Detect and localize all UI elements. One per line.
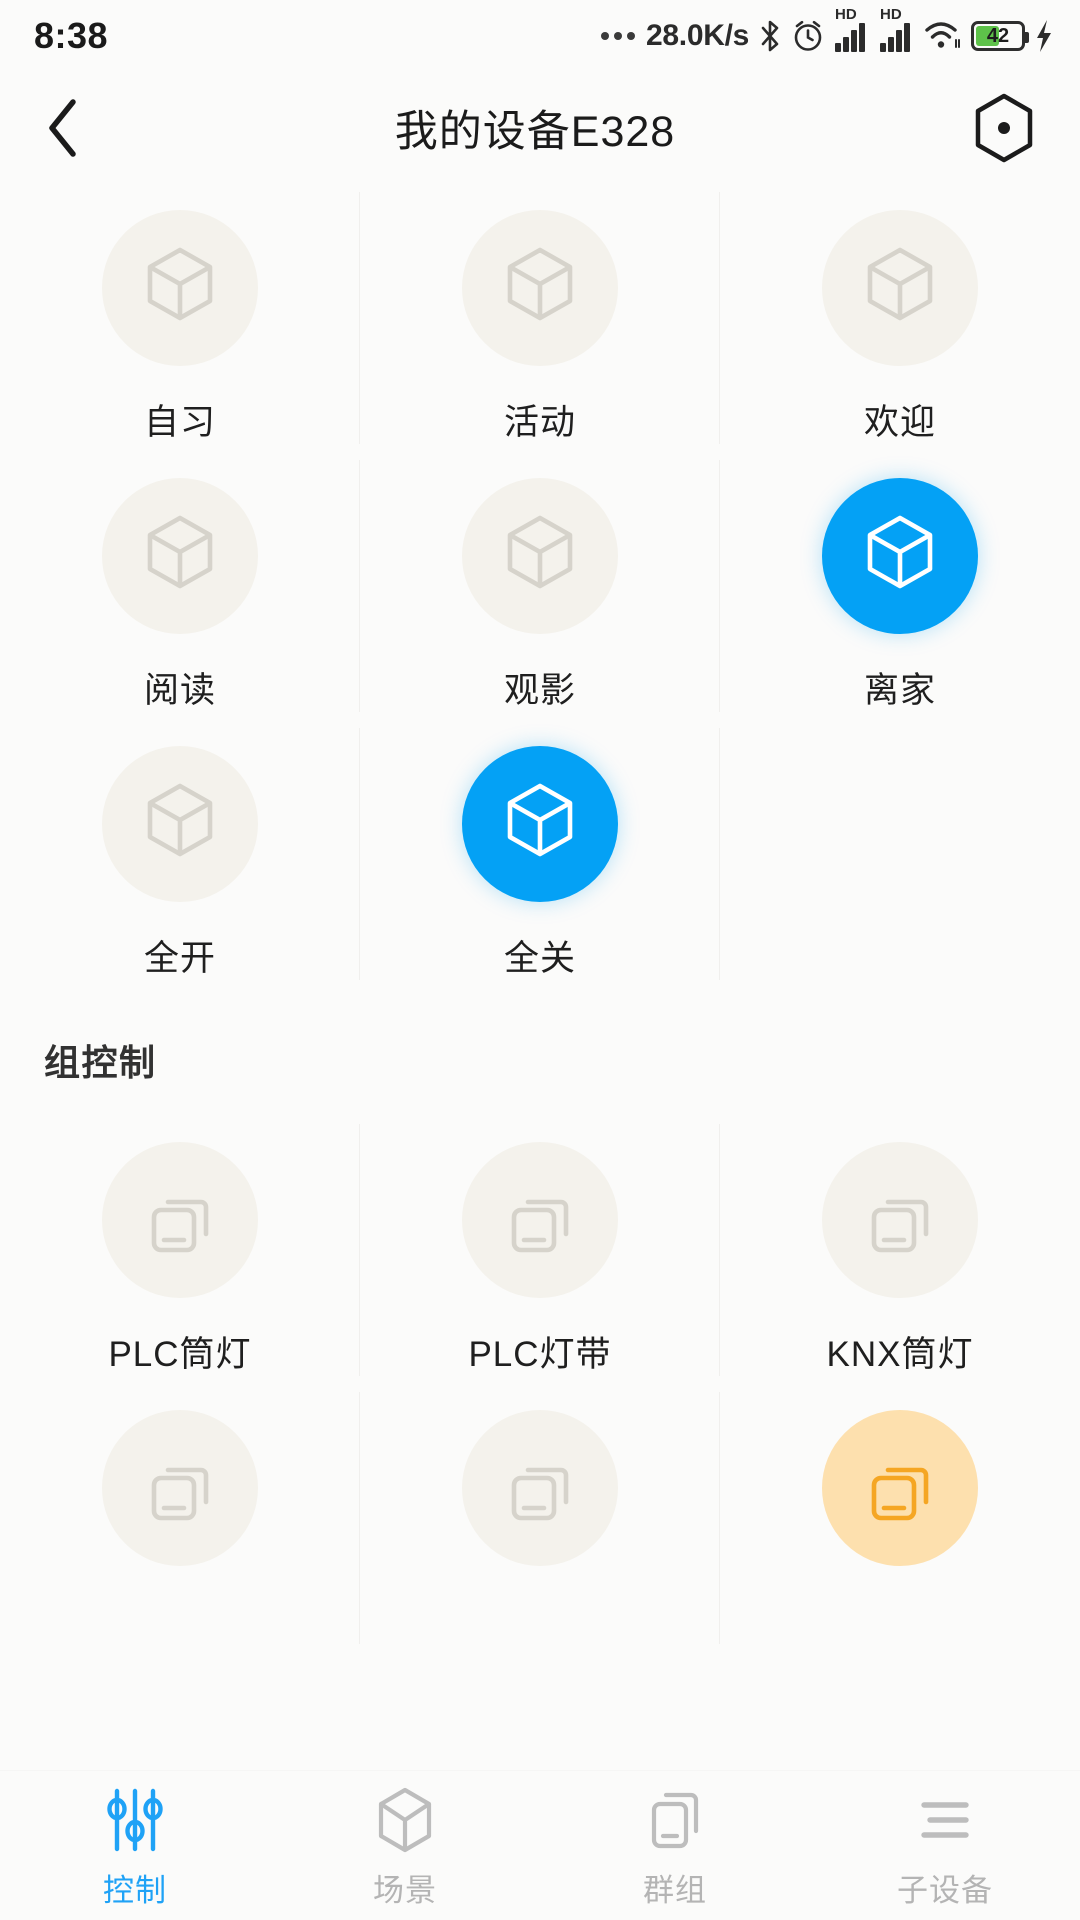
group-item-knx-downlight[interactable]: KNX筒灯 xyxy=(720,1116,1080,1384)
group-bubble xyxy=(102,1410,258,1566)
hd-signal-icon-2: HD xyxy=(879,7,915,52)
group-bubble xyxy=(822,1142,978,1298)
layers-icon xyxy=(651,1792,699,1849)
scene-label: 观影 xyxy=(503,671,576,710)
hd-signal-icon-1: HD xyxy=(834,7,870,52)
scene-grid: 自习 活动 欢迎 阅读 观影 离家 全开 全关 xyxy=(0,184,1080,988)
app-bar: 我的设备E328 xyxy=(0,72,1080,184)
group-label: PLC灯带 xyxy=(468,1335,612,1374)
charging-bolt-icon xyxy=(1037,20,1051,52)
layers-icon xyxy=(871,1467,929,1521)
network-speed-text: 28.0K/s xyxy=(646,19,749,52)
scene-label: 活动 xyxy=(503,403,576,442)
cube-icon xyxy=(867,247,933,321)
tab-group[interactable]: 群组 xyxy=(540,1781,810,1910)
scene-item-yuedu[interactable]: 阅读 xyxy=(0,452,360,720)
cube-icon xyxy=(147,247,213,321)
tab-label: 群组 xyxy=(643,1873,707,1908)
group-label: KNX筒灯 xyxy=(826,1335,974,1374)
group-item-plc-lightstrip[interactable]: PLC灯带 xyxy=(360,1116,720,1384)
scene-item-empty xyxy=(720,720,1080,988)
status-time: 8:38 xyxy=(34,15,109,56)
scene-label: 自习 xyxy=(143,403,216,442)
group-section-title: 组控制 xyxy=(44,1042,157,1083)
tab-label: 场景 xyxy=(373,1873,437,1908)
scene-item-quanguan[interactable]: 全关 xyxy=(360,720,720,988)
device-settings-button[interactable] xyxy=(966,93,1036,163)
group-grid: PLC筒灯 PLC灯带 KNX筒灯 xyxy=(0,1116,1080,1652)
scene-bubble xyxy=(102,746,258,902)
layers-icon xyxy=(151,1199,209,1253)
scene-item-huodong[interactable]: 活动 xyxy=(360,184,720,452)
scene-item-huanying[interactable]: 欢迎 xyxy=(720,184,1080,452)
bottom-navigation-bar: 控制 场景 群组 子设备 xyxy=(0,1770,1080,1920)
wifi-icon xyxy=(925,22,960,48)
layers-icon xyxy=(511,1199,569,1253)
sliders-icon xyxy=(107,1788,163,1852)
hexagon-dot-icon xyxy=(975,93,1033,163)
scene-item-quankai[interactable]: 全开 xyxy=(0,720,360,988)
scene-label: 阅读 xyxy=(143,671,216,710)
group-item-plc-downlight[interactable]: PLC筒灯 xyxy=(0,1116,360,1384)
layers-icon xyxy=(151,1467,209,1521)
battery-icon: 42 xyxy=(971,21,1029,51)
group-bubble xyxy=(102,1142,258,1298)
group-item-row2-col1[interactable] xyxy=(0,1384,360,1652)
group-bubble xyxy=(462,1142,618,1298)
cube-icon xyxy=(507,515,573,589)
status-icons-group: 28.0K/s HD HD 42 xyxy=(601,7,1054,53)
tab-label: 控制 xyxy=(103,1873,167,1908)
scene-item-lijia[interactable]: 离家 xyxy=(720,452,1080,720)
tab-control[interactable]: 控制 xyxy=(0,1781,270,1910)
scene-label: 离家 xyxy=(863,671,936,710)
list-icon xyxy=(921,1802,969,1838)
cube-icon xyxy=(507,247,573,321)
status-bar: 8:38 28.0K/s HD HD 42 xyxy=(0,0,1080,72)
hd-label-2: HD xyxy=(880,6,902,23)
scene-bubble-active xyxy=(822,478,978,634)
chevron-left-icon xyxy=(49,99,76,157)
layers-icon xyxy=(871,1199,929,1253)
group-bubble-amber xyxy=(822,1410,978,1566)
alarm-clock-icon xyxy=(794,20,822,51)
scene-bubble xyxy=(462,210,618,366)
cube-icon xyxy=(867,515,933,589)
content-scroll-area[interactable]: 自习 活动 欢迎 阅读 观影 离家 全开 全关 组控制 PLC筒灯 PLC灯带 … xyxy=(0,184,1080,1920)
scene-bubble xyxy=(102,210,258,366)
cube-icon xyxy=(147,783,213,857)
scene-item-zixi[interactable]: 自习 xyxy=(0,184,360,452)
scene-label: 全关 xyxy=(503,939,576,978)
group-bubble xyxy=(462,1410,618,1566)
scene-label: 全开 xyxy=(143,939,216,978)
scene-label: 欢迎 xyxy=(863,403,936,442)
tab-subdevice[interactable]: 子设备 xyxy=(810,1781,1080,1910)
hd-label-1: HD xyxy=(835,6,857,23)
scene-bubble-active xyxy=(462,746,618,902)
scene-bubble xyxy=(102,478,258,634)
cube-icon xyxy=(378,1787,432,1853)
group-item-row2-col2[interactable] xyxy=(360,1384,720,1652)
bluetooth-icon xyxy=(761,20,779,52)
layers-icon xyxy=(511,1467,569,1521)
scene-bubble xyxy=(822,210,978,366)
scene-bubble xyxy=(462,478,618,634)
tab-label: 子设备 xyxy=(897,1873,993,1908)
scene-item-guanying[interactable]: 观影 xyxy=(360,452,720,720)
page-title: 我的设备E328 xyxy=(394,108,676,156)
group-item-row2-col3[interactable] xyxy=(720,1384,1080,1652)
dots-icon xyxy=(601,32,636,40)
battery-percent-text: 42 xyxy=(986,25,1010,47)
cube-icon xyxy=(507,783,573,857)
tab-scene[interactable]: 场景 xyxy=(270,1781,540,1910)
cube-icon xyxy=(147,515,213,589)
group-label: PLC筒灯 xyxy=(108,1335,252,1374)
